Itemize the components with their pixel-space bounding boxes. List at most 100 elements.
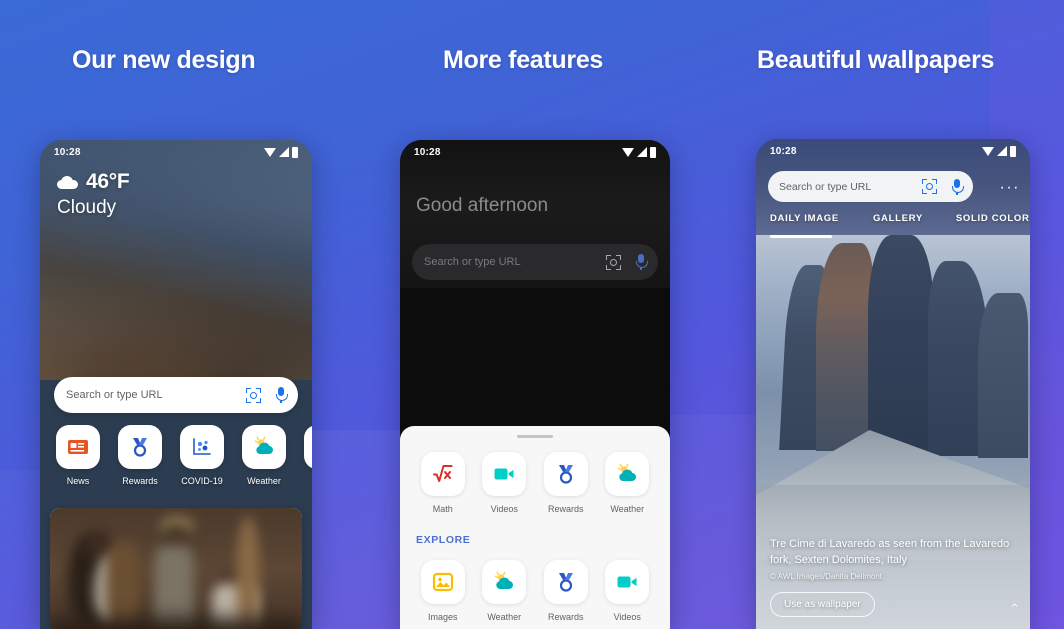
wallpaper-credit: © AWL Images/Danita Delimont (770, 572, 883, 581)
search-input[interactable]: Search or type URL (424, 256, 606, 268)
lens-icon[interactable] (922, 179, 937, 194)
microphone-icon[interactable] (275, 387, 288, 403)
medal-icon[interactable] (543, 560, 588, 604)
heading-our-new-design: Our new design (72, 46, 256, 74)
phone-mockup-features: 10:28 Good afternoon Search or type URL … (400, 140, 670, 629)
lens-icon[interactable] (606, 254, 621, 270)
weather-summary[interactable]: 46°F Cloudy (57, 170, 130, 219)
phone-mockup-home: 10:28 46°F Cloudy Search or type URL New… (40, 140, 312, 629)
wallpaper-caption: Tre Cime di Lavaredo as seen from the La… (770, 538, 1010, 566)
tab-daily-image[interactable]: DAILY IMAGE (770, 213, 839, 224)
grid-item-videos[interactable]: Videos (474, 452, 536, 514)
wallpaper-caption-block: Tre Cime di Lavaredo as seen from the La… (770, 536, 1016, 629)
grid-item-label: Weather (487, 612, 522, 622)
wallpaper-tabs: DAILY IMAGE GALLERY SOLID COLOR (756, 213, 1030, 224)
mountain-peak (868, 235, 934, 455)
heading-more-features: More features (443, 46, 604, 74)
status-bar: 10:28 (40, 140, 312, 164)
grid-item-label: Images (427, 612, 458, 622)
dock-item-s[interactable]: S (300, 425, 312, 486)
headings-row: Our new design More features Beautiful w… (0, 0, 1064, 120)
battery-icon (1010, 145, 1016, 157)
status-bar: 10:28 (400, 140, 670, 164)
grid-item-rewards[interactable]: Rewards (535, 560, 597, 622)
dock-item-label: Weather (247, 476, 281, 486)
heading-beautiful-wallpapers: Beautiful wallpapers (757, 46, 995, 74)
wifi-icon (264, 147, 276, 157)
status-icons (264, 146, 298, 158)
search-bar[interactable]: Search or type URL (54, 377, 298, 413)
grid-item-rewards[interactable]: Rewards (535, 452, 597, 514)
grid-item-videos[interactable]: Videos (597, 560, 659, 622)
mountain-peak (816, 243, 874, 451)
grid-item-math[interactable]: Math (412, 452, 474, 514)
video-icon[interactable] (482, 452, 527, 496)
grid-item-label: Videos (490, 504, 518, 514)
grid-item-images[interactable]: Images (412, 560, 474, 622)
shopping-icon[interactable] (304, 425, 312, 469)
dock-item-label: News (66, 476, 90, 486)
cloud-icon (57, 175, 78, 189)
battery-icon (292, 146, 298, 158)
status-time: 10:28 (414, 146, 441, 158)
status-time: 10:28 (770, 145, 797, 157)
microphone-icon[interactable] (635, 254, 648, 270)
overflow-menu-button[interactable]: ··· (1000, 179, 1020, 197)
microphone-icon[interactable] (951, 178, 964, 195)
use-as-wallpaper-button[interactable]: Use as wallpaper (770, 592, 875, 617)
covid-chart-icon[interactable] (180, 425, 224, 469)
tab-gallery[interactable]: GALLERY (873, 213, 923, 224)
medal-icon[interactable] (118, 425, 162, 469)
weather-temperature: 46°F (86, 170, 130, 193)
weather-condition: Cloudy (57, 197, 117, 218)
news-card[interactable]: The LA Times · 1 hour 'Ma Rainey' cast o… (50, 508, 302, 629)
explore-grid: ImagesWeatherRewardsVideosWallpapersCOVI… (400, 546, 670, 629)
grid-item-label: Rewards (547, 504, 584, 514)
bottom-sheet: Math Videos Rewards Weather EXPLORE Images W… (400, 426, 670, 629)
search-input[interactable]: Search or type URL (66, 389, 246, 401)
status-bar: 10:28 (756, 139, 1030, 163)
lens-icon[interactable] (246, 387, 261, 403)
medal-icon[interactable] (543, 452, 588, 496)
grid-item-weather[interactable]: Weather (597, 452, 659, 514)
weather-icon[interactable] (242, 425, 286, 469)
dock-item-news[interactable]: News (52, 425, 104, 486)
grid-item-label: Math (432, 504, 453, 514)
grid-item-weather[interactable]: Weather (474, 560, 536, 622)
dock-item-rewards[interactable]: Rewards (114, 425, 166, 486)
quick-actions-grid: Math Videos Rewards Weather (400, 438, 670, 514)
signal-icon (637, 147, 647, 157)
weather-icon[interactable] (482, 560, 527, 604)
dock-item-weather[interactable]: Weather (238, 425, 290, 486)
status-icons (982, 145, 1016, 157)
math-icon[interactable] (420, 452, 465, 496)
signal-icon (279, 147, 289, 157)
battery-icon (650, 146, 656, 158)
active-tab-indicator (770, 235, 832, 238)
news-icon[interactable] (56, 425, 100, 469)
grid-item-label: Videos (613, 612, 641, 622)
news-photo (50, 508, 302, 629)
phone-mockup-wallpapers: 10:28 Search or type URL ··· DAILY IMAGE… (756, 139, 1030, 629)
search-input[interactable]: Search or type URL (779, 181, 922, 193)
grid-item-label: Rewards (547, 612, 584, 622)
mountain-peak (978, 293, 1028, 458)
wallpaper-preview[interactable]: Tre Cime di Lavaredo as seen from the La… (756, 235, 1030, 629)
search-bar[interactable]: Search or type URL (768, 171, 973, 202)
greeting-text: Good afternoon (416, 195, 549, 216)
image-icon[interactable] (420, 560, 465, 604)
wifi-icon (622, 147, 634, 157)
search-bar[interactable]: Search or type URL (412, 244, 658, 280)
signal-icon (997, 146, 1007, 156)
quick-links-dock: News Rewards COVID-19 Weather S (40, 425, 312, 486)
dock-item-label: COVID-19 (181, 476, 223, 486)
status-icons (622, 146, 656, 158)
dock-item-covid-19[interactable]: COVID-19 (176, 425, 228, 486)
tab-solid-color[interactable]: SOLID COLOR (956, 213, 1030, 224)
video-icon[interactable] (605, 560, 650, 604)
weather-icon[interactable] (605, 452, 650, 496)
chevron-up-icon[interactable]: ⌃ (1009, 601, 1020, 617)
wifi-icon (982, 146, 994, 156)
explore-section-header: EXPLORE (416, 534, 471, 546)
screenshot-stage: Our new design More features Beautiful w… (0, 0, 1064, 629)
